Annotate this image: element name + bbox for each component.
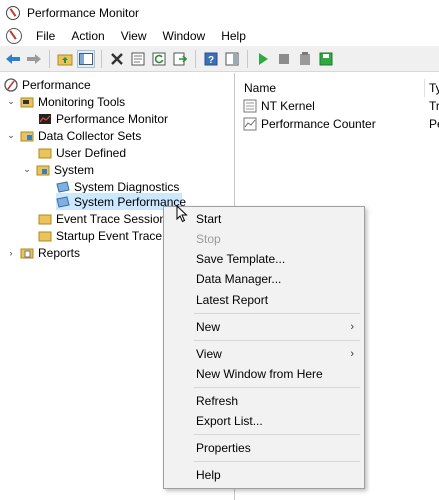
- svg-text:?: ?: [208, 55, 214, 66]
- reports-icon: [20, 248, 34, 258]
- folder-icon: [38, 231, 52, 241]
- collector-folder-icon: [20, 131, 34, 141]
- tree-item-reports[interactable]: › Reports: [6, 244, 81, 261]
- tree-item-label: Startup Event Trace Se: [56, 228, 181, 243]
- list-item-type: Tr: [429, 99, 439, 113]
- list-item-nt-kernel[interactable]: NT Kernel: [243, 97, 315, 115]
- title-bar: Performance Monitor: [0, 0, 439, 25]
- show-hide-tree-icon[interactable]: [77, 49, 95, 68]
- chevron-down-icon[interactable]: ⌄: [6, 96, 16, 107]
- tools-folder-icon: [20, 97, 34, 107]
- tree-item-performance-monitor[interactable]: Performance Monitor: [38, 110, 168, 127]
- toolbar-separator: [195, 49, 196, 68]
- perfmon-icon: [4, 77, 18, 92]
- menu-item-help[interactable]: Help: [164, 465, 364, 485]
- menu-action[interactable]: Action: [63, 29, 112, 43]
- delete-icon[interactable]: [108, 50, 126, 68]
- menu-file[interactable]: File: [28, 29, 63, 43]
- toolbar-separator: [247, 49, 248, 68]
- tree-item-user-defined[interactable]: User Defined: [38, 144, 126, 161]
- tree-item-data-collector-sets[interactable]: ⌄ Data Collector Sets: [6, 127, 141, 144]
- menu-item-stop: Stop: [196, 232, 221, 246]
- forward-arrow-icon[interactable]: [25, 50, 43, 68]
- system-menu-icon[interactable]: [6, 27, 22, 44]
- tree-item-label: Data Collector Sets: [38, 128, 142, 143]
- menu-separator: [194, 387, 360, 388]
- folder-icon: [36, 165, 50, 175]
- menu-separator: [194, 461, 360, 462]
- menu-item-data-manager[interactable]: Data Manager...: [164, 269, 364, 289]
- help-icon[interactable]: ?: [202, 50, 220, 68]
- menu-item-export-list[interactable]: Export List...: [164, 411, 364, 431]
- tree-item-startup-event-trace-sessions[interactable]: Startup Event Trace Se: [38, 227, 180, 244]
- list-item-performance-counter[interactable]: Performance Counter: [243, 115, 376, 133]
- back-arrow-icon[interactable]: [4, 50, 22, 68]
- chevron-right-icon: ›: [350, 321, 354, 333]
- toolbar-separator: [101, 49, 102, 68]
- list-item-name: NT Kernel: [261, 99, 315, 113]
- menu-window[interactable]: Window: [155, 29, 214, 43]
- menu-item-properties[interactable]: Properties: [164, 438, 364, 458]
- folder-icon: [38, 148, 52, 158]
- tree-item-label: System: [54, 162, 95, 177]
- tree-item-performance[interactable]: Performance: [4, 76, 91, 93]
- folder-icon: [38, 214, 52, 224]
- menu-help[interactable]: Help: [213, 29, 254, 43]
- menu-item-label: New: [196, 320, 221, 334]
- tree-item-monitoring-tools[interactable]: ⌄ Monitoring Tools: [6, 93, 125, 110]
- chevron-right-icon: ›: [350, 348, 354, 360]
- chevron-right-icon[interactable]: ›: [6, 248, 16, 258]
- menu-item-latest-report[interactable]: Latest Report: [164, 290, 364, 310]
- toolbar-separator: [49, 49, 50, 68]
- export-icon[interactable]: [171, 50, 189, 68]
- collector-set-icon: [56, 180, 70, 193]
- menu-item-label: View: [196, 347, 222, 361]
- menu-item-start[interactable]: Start: [164, 209, 364, 229]
- mouse-cursor-icon: [176, 205, 188, 223]
- column-separator[interactable]: [424, 79, 425, 97]
- tree-item-event-trace-sessions[interactable]: Event Trace Sessions: [38, 210, 172, 227]
- tree-item-label: User Defined: [56, 145, 127, 160]
- menu-bar: File Action View Window Help: [0, 25, 439, 46]
- collector-set-icon: [56, 195, 70, 208]
- menu-item-view[interactable]: View ›: [164, 344, 364, 364]
- menu-separator: [194, 313, 360, 314]
- column-header-name[interactable]: Name: [244, 79, 276, 97]
- tree-item-label: Performance Monitor: [56, 111, 169, 126]
- counter-icon: [243, 117, 257, 131]
- menu-item-new-window-from-here[interactable]: New Window from Here: [164, 364, 364, 384]
- window-title: Performance Monitor: [27, 5, 140, 20]
- perfmon-app-icon: [6, 5, 20, 20]
- tree-item-label: Performance: [22, 77, 91, 92]
- chevron-down-icon[interactable]: ⌄: [22, 164, 32, 175]
- list-item-name: Performance Counter: [261, 117, 376, 131]
- tree-item-label: Monitoring Tools: [38, 94, 126, 109]
- menu-separator: [194, 340, 360, 341]
- save-template-icon[interactable]: [317, 50, 335, 68]
- menu-item-refresh[interactable]: Refresh: [164, 391, 364, 411]
- delete-set-icon[interactable]: [296, 50, 314, 68]
- list-item-type: Pe: [429, 117, 439, 131]
- trace-icon: [243, 99, 257, 113]
- properties-icon[interactable]: [129, 50, 147, 68]
- start-icon[interactable]: [254, 50, 272, 68]
- graph-icon: [39, 113, 51, 124]
- stop-icon[interactable]: [275, 50, 293, 68]
- show-hide-action-pane-icon[interactable]: [223, 50, 241, 68]
- refresh-icon[interactable]: [150, 50, 168, 68]
- column-header-type[interactable]: Ty: [429, 79, 439, 97]
- menu-separator: [194, 434, 360, 435]
- context-menu: Start Stop Save Template... Data Manager…: [163, 206, 365, 489]
- tree-item-label: Event Trace Sessions: [56, 211, 173, 226]
- menu-view[interactable]: View: [113, 29, 155, 43]
- up-folder-icon[interactable]: [56, 50, 74, 68]
- tree-item-label: System Diagnostics: [74, 179, 180, 194]
- tree-item-system[interactable]: ⌄ System: [22, 161, 94, 178]
- chevron-down-icon[interactable]: ⌄: [6, 130, 16, 141]
- menu-item-new[interactable]: New ›: [164, 317, 364, 337]
- menu-item-save-template[interactable]: Save Template...: [164, 249, 364, 269]
- toolbar: ?: [0, 46, 439, 72]
- tree-item-label: Reports: [38, 245, 81, 260]
